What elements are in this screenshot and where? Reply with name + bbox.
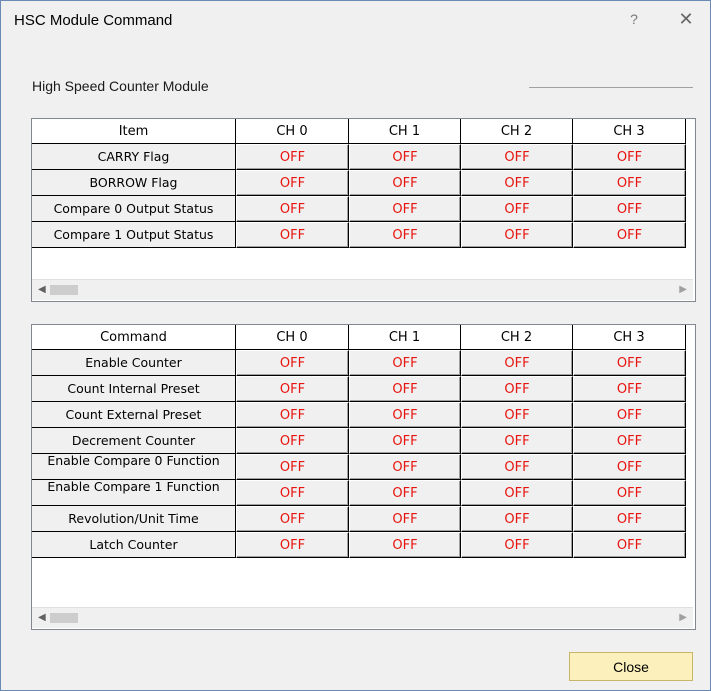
status-cell-ch3[interactable]: OFF	[573, 376, 686, 402]
help-icon[interactable]: ?	[623, 7, 645, 31]
command-grid-scrollbar[interactable]: ◀ ▶	[32, 607, 693, 628]
status-cell-ch0[interactable]: OFF	[236, 170, 349, 196]
status-cell-ch3[interactable]: OFF	[573, 454, 686, 480]
status-cell-ch0[interactable]: OFF	[236, 480, 349, 506]
status-cell-ch0[interactable]: OFF	[236, 402, 349, 428]
status-cell-ch0[interactable]: OFF	[236, 428, 349, 454]
row-label: Enable Counter	[32, 350, 236, 376]
column-header-item: Command	[32, 325, 236, 350]
status-cell-ch1[interactable]: OFF	[349, 428, 461, 454]
status-cell-ch0[interactable]: OFF	[236, 196, 349, 222]
status-cell-ch3[interactable]: OFF	[573, 196, 686, 222]
close-icon[interactable]: ✕	[675, 7, 697, 31]
status-cell-ch0[interactable]: OFF	[236, 144, 349, 170]
row-label: Revolution/Unit Time	[32, 506, 236, 532]
status-cell-ch2[interactable]: OFF	[461, 144, 573, 170]
row-label: Enable Compare 0 Function	[32, 454, 236, 480]
column-header-item: Item	[32, 119, 236, 144]
status-cell-ch3[interactable]: OFF	[573, 506, 686, 532]
status-cell-ch3[interactable]: OFF	[573, 222, 686, 248]
scroll-left-icon[interactable]: ◀	[38, 284, 46, 295]
row-label: Compare 1 Output Status	[32, 222, 236, 248]
title-bar[interactable]: HSC Module Command ? ✕	[1, 1, 710, 39]
row-label: Latch Counter	[32, 532, 236, 558]
column-header-ch2: CH 2	[461, 119, 573, 144]
row-label: Count Internal Preset	[32, 376, 236, 402]
status-grid[interactable]: Item CH 0 CH 1 CH 2 CH 3 CARRY Flag OFF OFF OFF O…	[31, 118, 696, 302]
status-cell-ch3[interactable]: OFF	[573, 350, 686, 376]
column-header-ch1: CH 1	[349, 325, 461, 350]
row-label: CARRY Flag	[32, 144, 236, 170]
status-cell-ch2[interactable]: OFF	[461, 506, 573, 532]
status-cell-ch2[interactable]: OFF	[461, 350, 573, 376]
column-header-ch3: CH 3	[573, 119, 686, 144]
scroll-right-icon[interactable]: ▶	[679, 612, 687, 623]
command-grid[interactable]: Command CH 0 CH 1 CH 2 CH 3 Enable Counter OFF…	[31, 324, 696, 630]
window-title: HSC Module Command	[14, 12, 173, 29]
status-cell-ch0[interactable]: OFF	[236, 454, 349, 480]
status-grid-scrollbar[interactable]: ◀ ▶	[32, 279, 693, 300]
status-cell-ch2[interactable]: OFF	[461, 222, 573, 248]
column-header-ch1: CH 1	[349, 119, 461, 144]
status-cell-ch0[interactable]: OFF	[236, 506, 349, 532]
group-title: High Speed Counter Module	[32, 78, 209, 94]
close-button[interactable]: Close	[569, 652, 693, 681]
scroll-thumb[interactable]	[50, 613, 78, 623]
status-cell-ch3[interactable]: OFF	[573, 170, 686, 196]
status-cell-ch1[interactable]: OFF	[349, 196, 461, 222]
status-cell-ch0[interactable]: OFF	[236, 350, 349, 376]
status-cell-ch2[interactable]: OFF	[461, 454, 573, 480]
status-cell-ch0[interactable]: OFF	[236, 222, 349, 248]
status-cell-ch1[interactable]: OFF	[349, 170, 461, 196]
status-cell-ch2[interactable]: OFF	[461, 480, 573, 506]
status-cell-ch2[interactable]: OFF	[461, 170, 573, 196]
scroll-right-icon[interactable]: ▶	[679, 284, 687, 295]
group-divider	[529, 87, 693, 88]
status-cell-ch3[interactable]: OFF	[573, 402, 686, 428]
scroll-left-icon[interactable]: ◀	[38, 612, 46, 623]
status-cell-ch3[interactable]: OFF	[573, 480, 686, 506]
status-cell-ch3[interactable]: OFF	[573, 144, 686, 170]
status-cell-ch1[interactable]: OFF	[349, 506, 461, 532]
row-label: BORROW Flag	[32, 170, 236, 196]
row-label: Enable Compare 1 Function	[32, 480, 236, 506]
status-cell-ch0[interactable]: OFF	[236, 532, 349, 558]
status-cell-ch3[interactable]: OFF	[573, 532, 686, 558]
status-cell-ch3[interactable]: OFF	[573, 428, 686, 454]
row-label: Count External Preset	[32, 402, 236, 428]
row-label: Compare 0 Output Status	[32, 196, 236, 222]
status-cell-ch1[interactable]: OFF	[349, 376, 461, 402]
scroll-thumb[interactable]	[50, 285, 78, 295]
status-cell-ch2[interactable]: OFF	[461, 402, 573, 428]
column-header-ch3: CH 3	[573, 325, 686, 350]
status-cell-ch2[interactable]: OFF	[461, 532, 573, 558]
status-cell-ch1[interactable]: OFF	[349, 480, 461, 506]
column-header-ch0: CH 0	[236, 325, 349, 350]
status-cell-ch1[interactable]: OFF	[349, 402, 461, 428]
status-cell-ch0[interactable]: OFF	[236, 376, 349, 402]
status-cell-ch1[interactable]: OFF	[349, 454, 461, 480]
status-cell-ch2[interactable]: OFF	[461, 196, 573, 222]
column-header-ch0: CH 0	[236, 119, 349, 144]
dialog-window: HSC Module Command ? ✕ High Speed Counte…	[0, 0, 711, 691]
status-cell-ch1[interactable]: OFF	[349, 532, 461, 558]
status-cell-ch2[interactable]: OFF	[461, 376, 573, 402]
status-cell-ch2[interactable]: OFF	[461, 428, 573, 454]
status-cell-ch1[interactable]: OFF	[349, 144, 461, 170]
status-cell-ch1[interactable]: OFF	[349, 350, 461, 376]
row-label: Decrement Counter	[32, 428, 236, 454]
status-cell-ch1[interactable]: OFF	[349, 222, 461, 248]
column-header-ch2: CH 2	[461, 325, 573, 350]
